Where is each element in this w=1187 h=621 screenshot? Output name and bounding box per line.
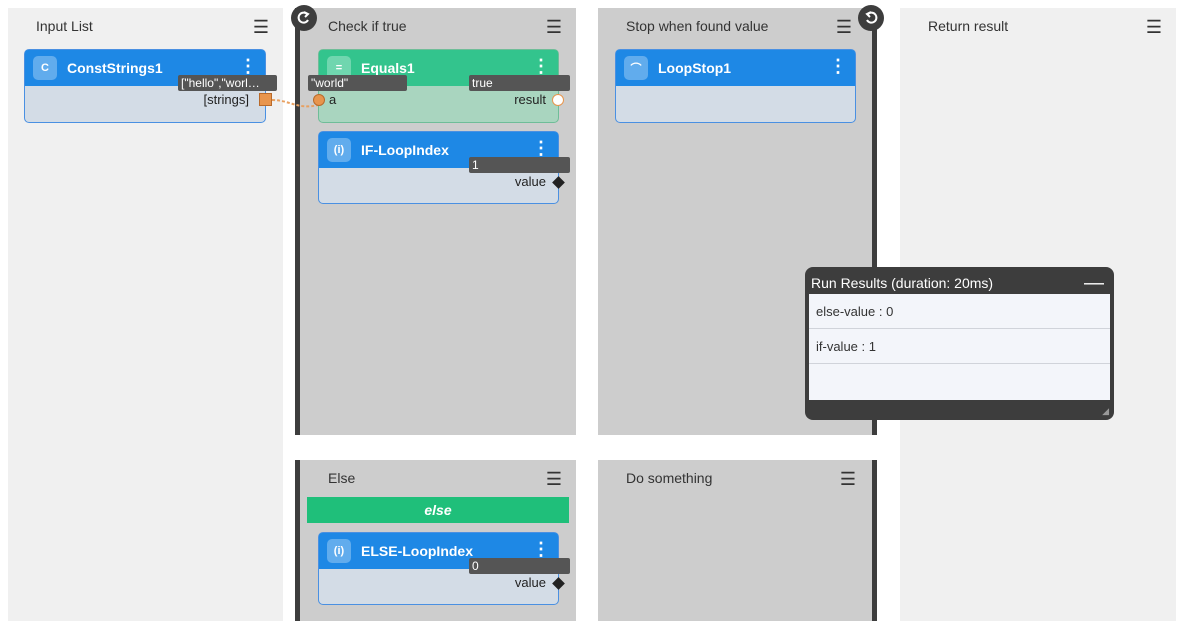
- node-header[interactable]: ⌒ LoopStop1 ⋮: [616, 50, 855, 86]
- run-results-panel[interactable]: Run Results (duration: 20ms) — else-valu…: [805, 267, 1114, 420]
- more-vertical-icon[interactable]: ⋮: [239, 57, 257, 75]
- loop-end-icon[interactable]: [858, 5, 884, 31]
- loop-boundary-left: [295, 8, 300, 435]
- loop-boundary-left-lower: [295, 460, 300, 621]
- input-value-tag: "world": [308, 75, 407, 91]
- input-port-label: a: [329, 92, 337, 107]
- result-row: if-value : 1: [809, 329, 1110, 364]
- output-value-tag: 0: [469, 558, 570, 574]
- more-vertical-icon[interactable]: ⋮: [532, 139, 550, 157]
- node-title: ConstStrings1: [67, 60, 163, 76]
- flow-canvas: Input List ☰ Check if true ☰ Stop when f…: [0, 0, 1187, 621]
- more-vertical-icon[interactable]: ⋮: [532, 540, 550, 558]
- loop-start-icon[interactable]: [291, 5, 317, 31]
- run-results-body: else-value : 0 if-value : 1: [809, 294, 1110, 400]
- node-equals[interactable]: = Equals1 ⋮ "world" true a result: [308, 49, 570, 123]
- lane-title: Check if true: [328, 18, 407, 34]
- index-icon: (i): [327, 138, 351, 162]
- output-port-label: value: [514, 575, 546, 590]
- resize-grip-icon[interactable]: ◢: [1102, 406, 1109, 417]
- lane-title: Else: [328, 470, 356, 486]
- node-title: ELSE-LoopIndex: [361, 543, 473, 559]
- loop-boundary-right-lower: [872, 460, 877, 621]
- run-results-header[interactable]: Run Results (duration: 20ms) —: [809, 272, 1110, 294]
- node-if-loop-index[interactable]: (i) IF-LoopIndex ⋮ 1 value: [318, 131, 570, 204]
- menu-icon[interactable]: ☰: [546, 18, 562, 36]
- node-const-strings[interactable]: C ConstStrings1 ⋮ ["hello","worl… [strin…: [24, 49, 277, 123]
- menu-icon[interactable]: ☰: [840, 470, 856, 488]
- node-title: Equals1: [361, 60, 415, 76]
- output-value-tag: 1: [469, 157, 570, 173]
- more-vertical-icon[interactable]: ⋮: [532, 57, 550, 75]
- lane-do-something: Do something ☰: [598, 460, 872, 621]
- index-icon: (i): [327, 539, 351, 563]
- node-title: IF-LoopIndex: [361, 142, 449, 158]
- more-vertical-icon[interactable]: ⋮: [829, 57, 847, 75]
- menu-icon[interactable]: ☰: [546, 470, 562, 488]
- input-port[interactable]: [313, 94, 325, 106]
- menu-icon[interactable]: ☰: [253, 18, 269, 36]
- minimize-icon[interactable]: —: [1084, 273, 1108, 293]
- lane-title: Input List: [36, 18, 93, 34]
- menu-icon[interactable]: ☰: [836, 18, 852, 36]
- result-row: else-value : 0: [809, 294, 1110, 329]
- const-icon: C: [33, 56, 57, 80]
- node-else-loop-index[interactable]: (i) ELSE-LoopIndex ⋮ 0 value: [318, 532, 570, 605]
- output-port-label: [strings]: [203, 92, 249, 107]
- output-port[interactable]: [259, 93, 272, 106]
- lane-title: Do something: [626, 470, 713, 486]
- output-port[interactable]: [552, 94, 564, 106]
- lane-title: Stop when found value: [626, 18, 769, 34]
- output-port-label: value: [514, 174, 546, 189]
- output-value-tag: true: [469, 75, 570, 91]
- else-strip: else: [307, 497, 569, 523]
- output-value-tag: ["hello","worl…: [178, 75, 277, 91]
- node-title: LoopStop1: [658, 60, 732, 76]
- node-loop-stop[interactable]: ⌒ LoopStop1 ⋮: [615, 49, 856, 123]
- loop-stop-icon: ⌒: [624, 56, 648, 80]
- lane-title: Return result: [928, 18, 1009, 34]
- output-port-label: result: [514, 92, 546, 107]
- run-results-title: Run Results (duration: 20ms): [811, 275, 994, 291]
- menu-icon[interactable]: ☰: [1146, 18, 1162, 36]
